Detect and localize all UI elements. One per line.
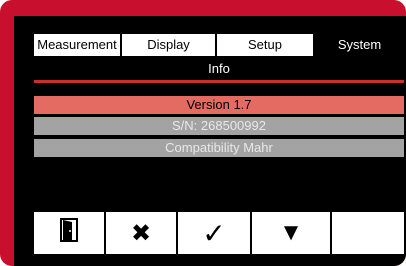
- confirm-button[interactable]: ✓: [178, 212, 250, 254]
- triangle-down-icon: ▼: [279, 219, 303, 246]
- exit-door-icon: [60, 217, 78, 249]
- tab-system[interactable]: System: [315, 34, 404, 56]
- exit-button[interactable]: [34, 212, 104, 254]
- serial-number-row: S/N: 268500992: [34, 117, 404, 135]
- tab-measurement[interactable]: Measurement: [34, 34, 120, 56]
- cancel-button[interactable]: ✖: [106, 212, 176, 254]
- empty-softkey[interactable]: [332, 212, 404, 254]
- tab-display[interactable]: Display: [122, 34, 215, 56]
- tab-bar: Measurement Display Setup System: [34, 34, 404, 56]
- compatibility-row: Compatibility Mahr: [34, 139, 404, 157]
- section-title: Info: [208, 61, 230, 76]
- scroll-down-button[interactable]: ▼: [252, 212, 330, 254]
- tab-setup[interactable]: Setup: [217, 34, 313, 56]
- version-row: Version 1.7: [34, 96, 404, 114]
- device-frame: Measurement Display Setup System Info Ve…: [0, 0, 406, 266]
- softkey-bar: ✖ ✓ ▼: [34, 212, 404, 254]
- display-screen: Measurement Display Setup System Info Ve…: [14, 16, 406, 266]
- close-icon: ✖: [130, 219, 152, 247]
- check-icon: ✓: [202, 217, 226, 249]
- accent-divider: [34, 80, 404, 83]
